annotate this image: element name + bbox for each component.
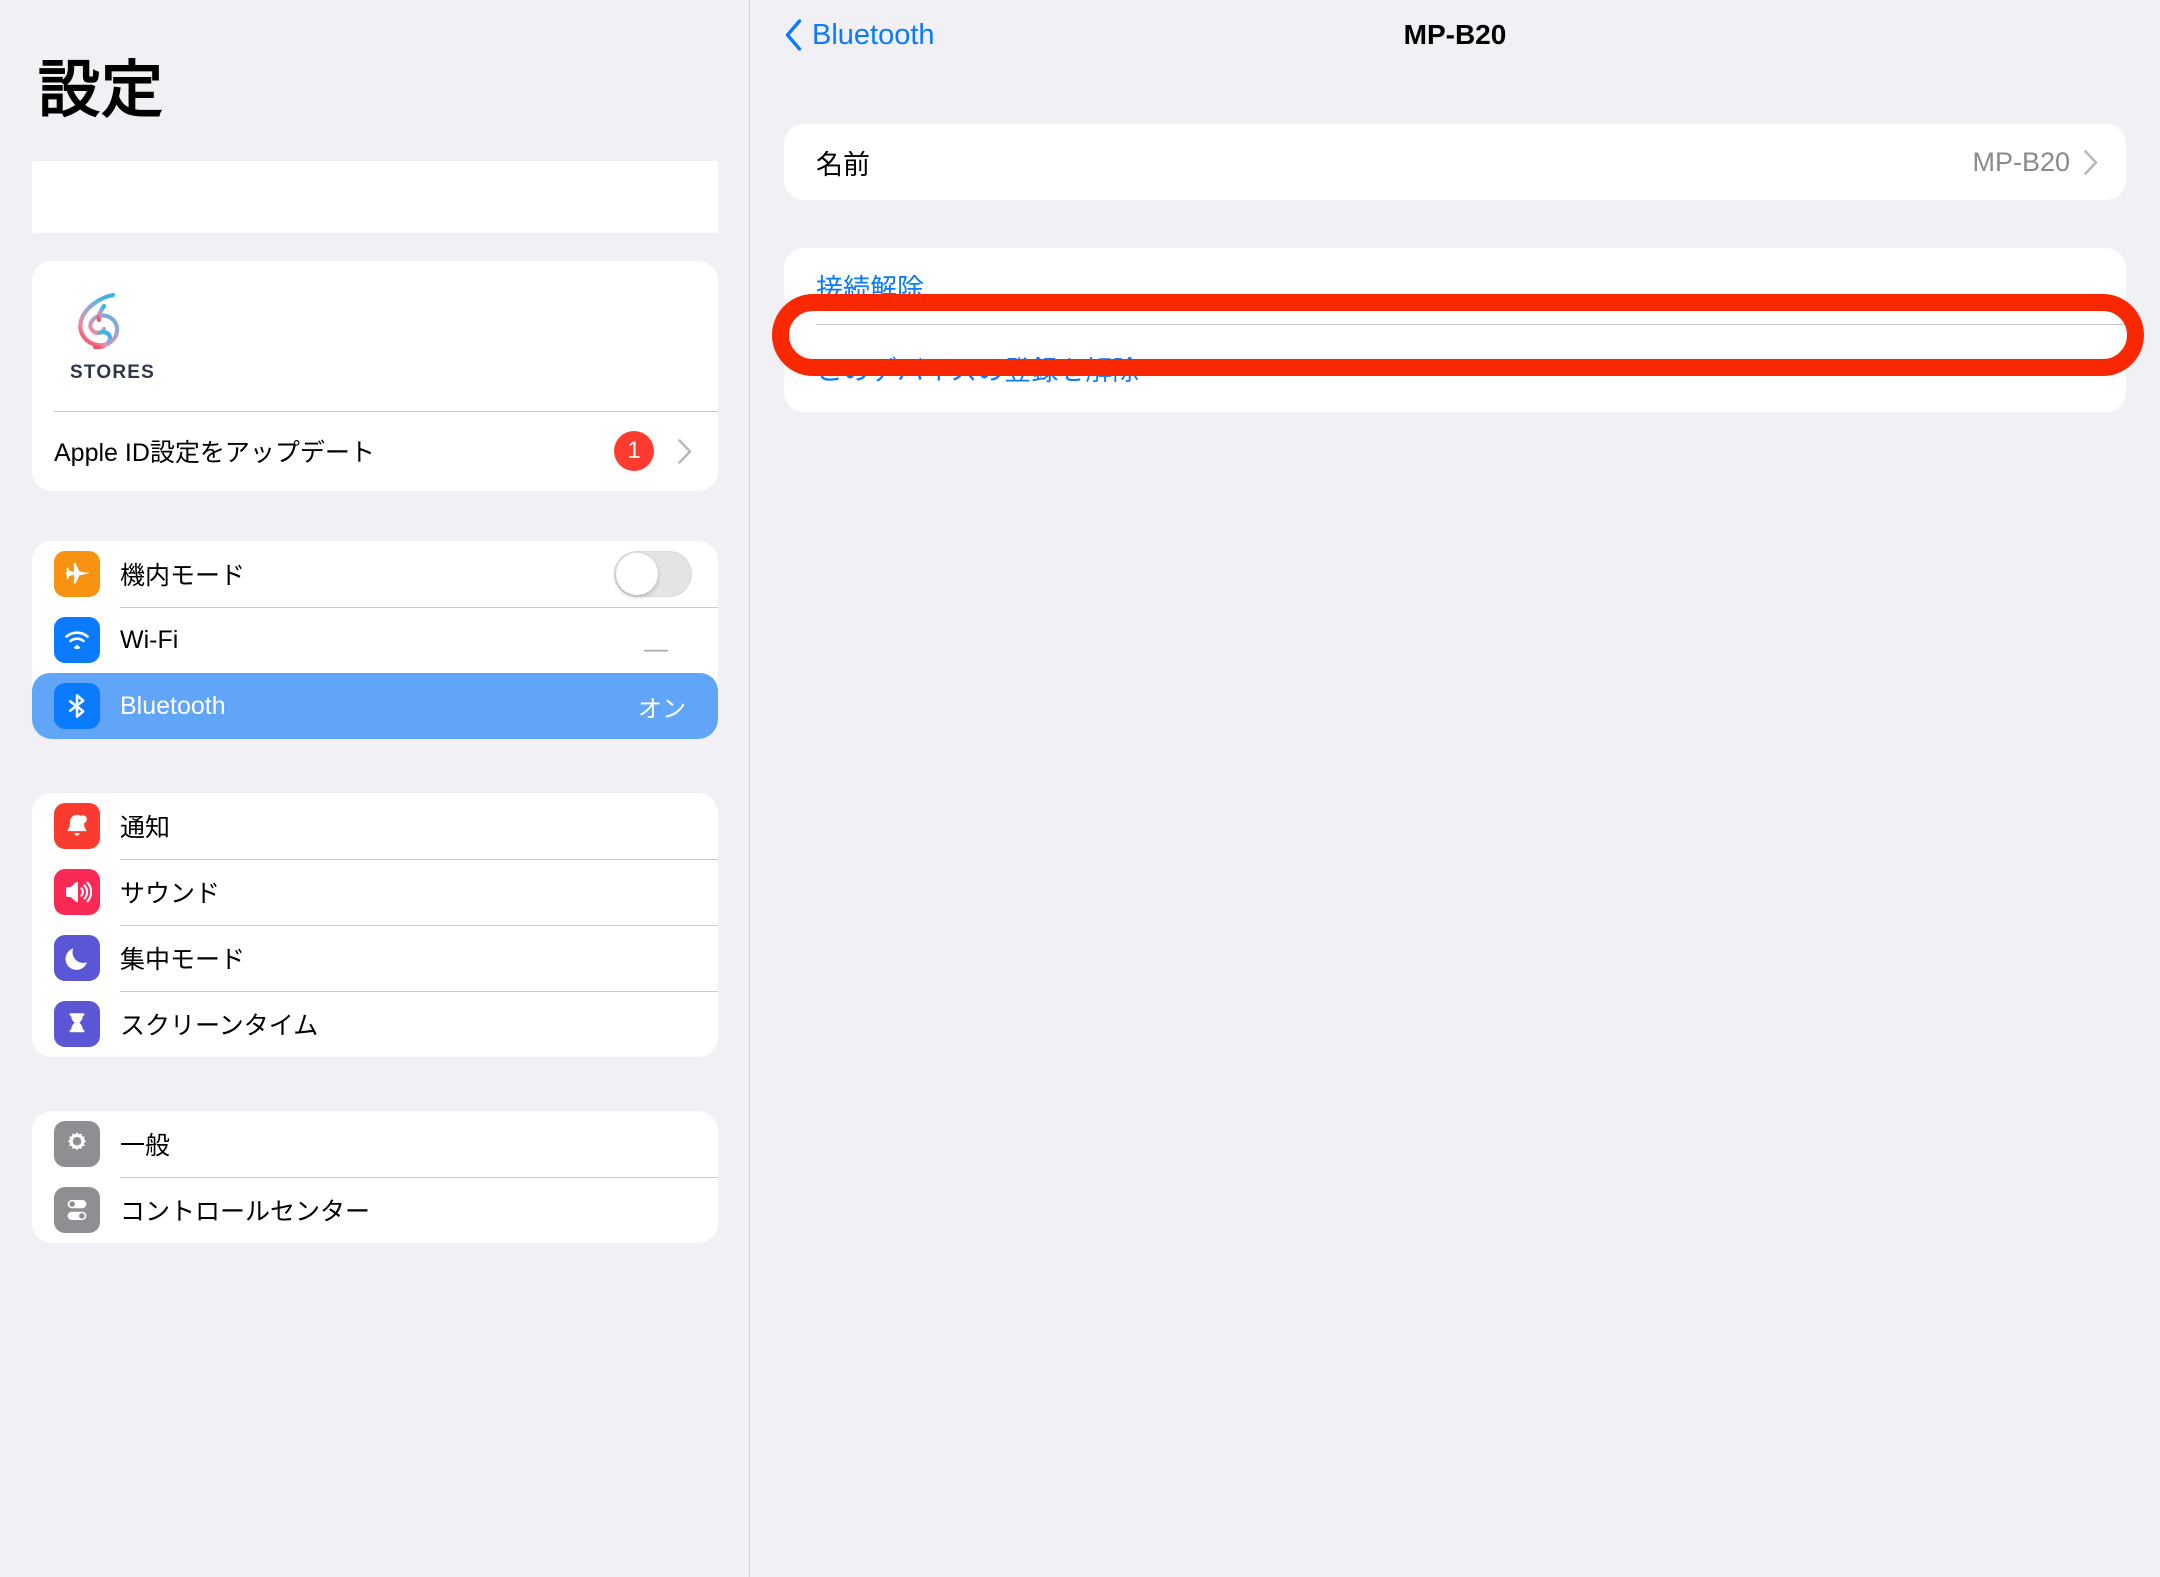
detail-title: MP-B20 xyxy=(1403,19,1507,50)
stores-logo: STORES xyxy=(32,261,718,411)
gear-icon xyxy=(54,1121,100,1168)
forget-device-action[interactable]: このデバイスの登録を解除 xyxy=(784,324,2126,412)
airplane-icon xyxy=(54,551,100,598)
forget-device-label: このデバイスの登録を解除 xyxy=(816,355,1140,386)
sidebar-item-focus[interactable]: 集中モード xyxy=(32,925,718,991)
hourglass-icon xyxy=(54,1001,100,1048)
airplane-glyph xyxy=(65,563,89,584)
moon-icon xyxy=(54,935,100,982)
sidebar-item-control-center[interactable]: コントロールセンター xyxy=(32,1177,718,1243)
back-to-bluetooth-button[interactable]: Bluetooth xyxy=(784,19,935,52)
sidebar-item-label: サウンド xyxy=(120,880,221,909)
apple-id-update-row[interactable]: Apple ID設定をアップデート 1 xyxy=(32,411,718,491)
sidebar-item-screentime[interactable]: スクリーンタイム xyxy=(32,991,718,1057)
disconnect-action[interactable]: 接続解除 xyxy=(784,248,2126,324)
sidebar-item-label: 一般 xyxy=(120,1132,171,1161)
settings-sidebar: 設定 STORES Apple ID設定をアップデート 1 機内モード Wi-F… xyxy=(0,0,750,1577)
sidebar-item-airplane-mode[interactable]: 機内モード xyxy=(32,541,718,607)
disconnect-label: 接続解除 xyxy=(816,273,924,304)
wifi-glyph xyxy=(65,631,89,650)
stores-logo-mark xyxy=(78,292,120,350)
sidebar-item-notifications[interactable]: 通知 xyxy=(32,793,718,859)
sidebar-group-general: 一般 コントロールセンター xyxy=(32,1111,718,1244)
sidebar-item-wifi[interactable]: Wi-Fi — xyxy=(32,607,718,673)
hourglass-glyph xyxy=(69,1013,85,1033)
device-actions-card: 接続解除 このデバイスの登録を解除 xyxy=(784,248,2126,412)
detail-nav-bar: Bluetooth MP-B20 xyxy=(750,0,2160,70)
device-name-value: MP-B20 xyxy=(1972,146,2070,177)
chevron-right-icon xyxy=(2084,149,2098,175)
device-detail-pane: Bluetooth MP-B20 名前 MP-B20 接続解除 このデバイスの登… xyxy=(750,0,2160,1577)
sidebar-item-label: Wi-Fi xyxy=(120,625,179,654)
notification-bell-icon xyxy=(54,803,100,850)
apple-id-update-label: Apple ID設定をアップデート xyxy=(54,439,375,468)
gear-glyph xyxy=(67,1132,87,1151)
sidebar-item-label: 機内モード xyxy=(120,562,246,591)
toggle-knob xyxy=(616,553,658,596)
device-name-card: 名前 MP-B20 xyxy=(784,124,2126,200)
chevron-right-icon xyxy=(678,438,692,464)
detail-body: 名前 MP-B20 接続解除 このデバイスの登録を解除 xyxy=(750,124,2160,412)
bluetooth-glyph xyxy=(68,694,85,718)
sidebar-item-label: 集中モード xyxy=(120,946,246,975)
speaker-glyph xyxy=(66,881,92,903)
wifi-status-value: — xyxy=(644,636,668,664)
moon-glyph xyxy=(65,948,87,970)
device-name-label: 名前 xyxy=(816,149,870,180)
wifi-icon xyxy=(54,617,100,664)
sidebar-item-label: Bluetooth xyxy=(120,691,226,720)
back-button-label: Bluetooth xyxy=(812,18,935,51)
speaker-icon xyxy=(54,869,100,916)
update-badge: 1 xyxy=(614,431,654,472)
bluetooth-status-value: オン xyxy=(638,695,686,723)
page-title: 設定 xyxy=(38,56,165,125)
airplane-mode-toggle[interactable] xyxy=(614,551,692,598)
sidebar-item-label: 通知 xyxy=(120,814,171,843)
device-name-row[interactable]: 名前 MP-B20 xyxy=(784,124,2126,200)
apple-id-card: STORES Apple ID設定をアップデート 1 xyxy=(32,261,718,492)
stores-logo-wordmark: STORES xyxy=(70,362,155,384)
sidebar-group-system: 通知 サウンド 集中モード スクリーンタイム xyxy=(32,793,718,1058)
sidebar-group-connectivity: 機内モード Wi-Fi — Bluetooth オン xyxy=(32,541,718,740)
search-input[interactable] xyxy=(32,161,718,234)
sidebar-item-general[interactable]: 一般 xyxy=(32,1111,718,1177)
sidebar-item-label: スクリーンタイム xyxy=(120,1012,319,1041)
sidebar-item-sounds[interactable]: サウンド xyxy=(32,859,718,925)
bell-glyph xyxy=(67,814,87,836)
control-center-glyph xyxy=(67,1200,87,1221)
sidebar-item-label: コントロールセンター xyxy=(120,1198,371,1227)
settings-app: 設定 STORES Apple ID設定をアップデート 1 機内モード Wi-F… xyxy=(0,0,2160,1577)
bluetooth-icon xyxy=(54,683,100,730)
control-center-icon xyxy=(54,1187,100,1234)
chevron-left-icon xyxy=(785,19,802,51)
sidebar-item-bluetooth[interactable]: Bluetooth オン xyxy=(32,673,718,740)
